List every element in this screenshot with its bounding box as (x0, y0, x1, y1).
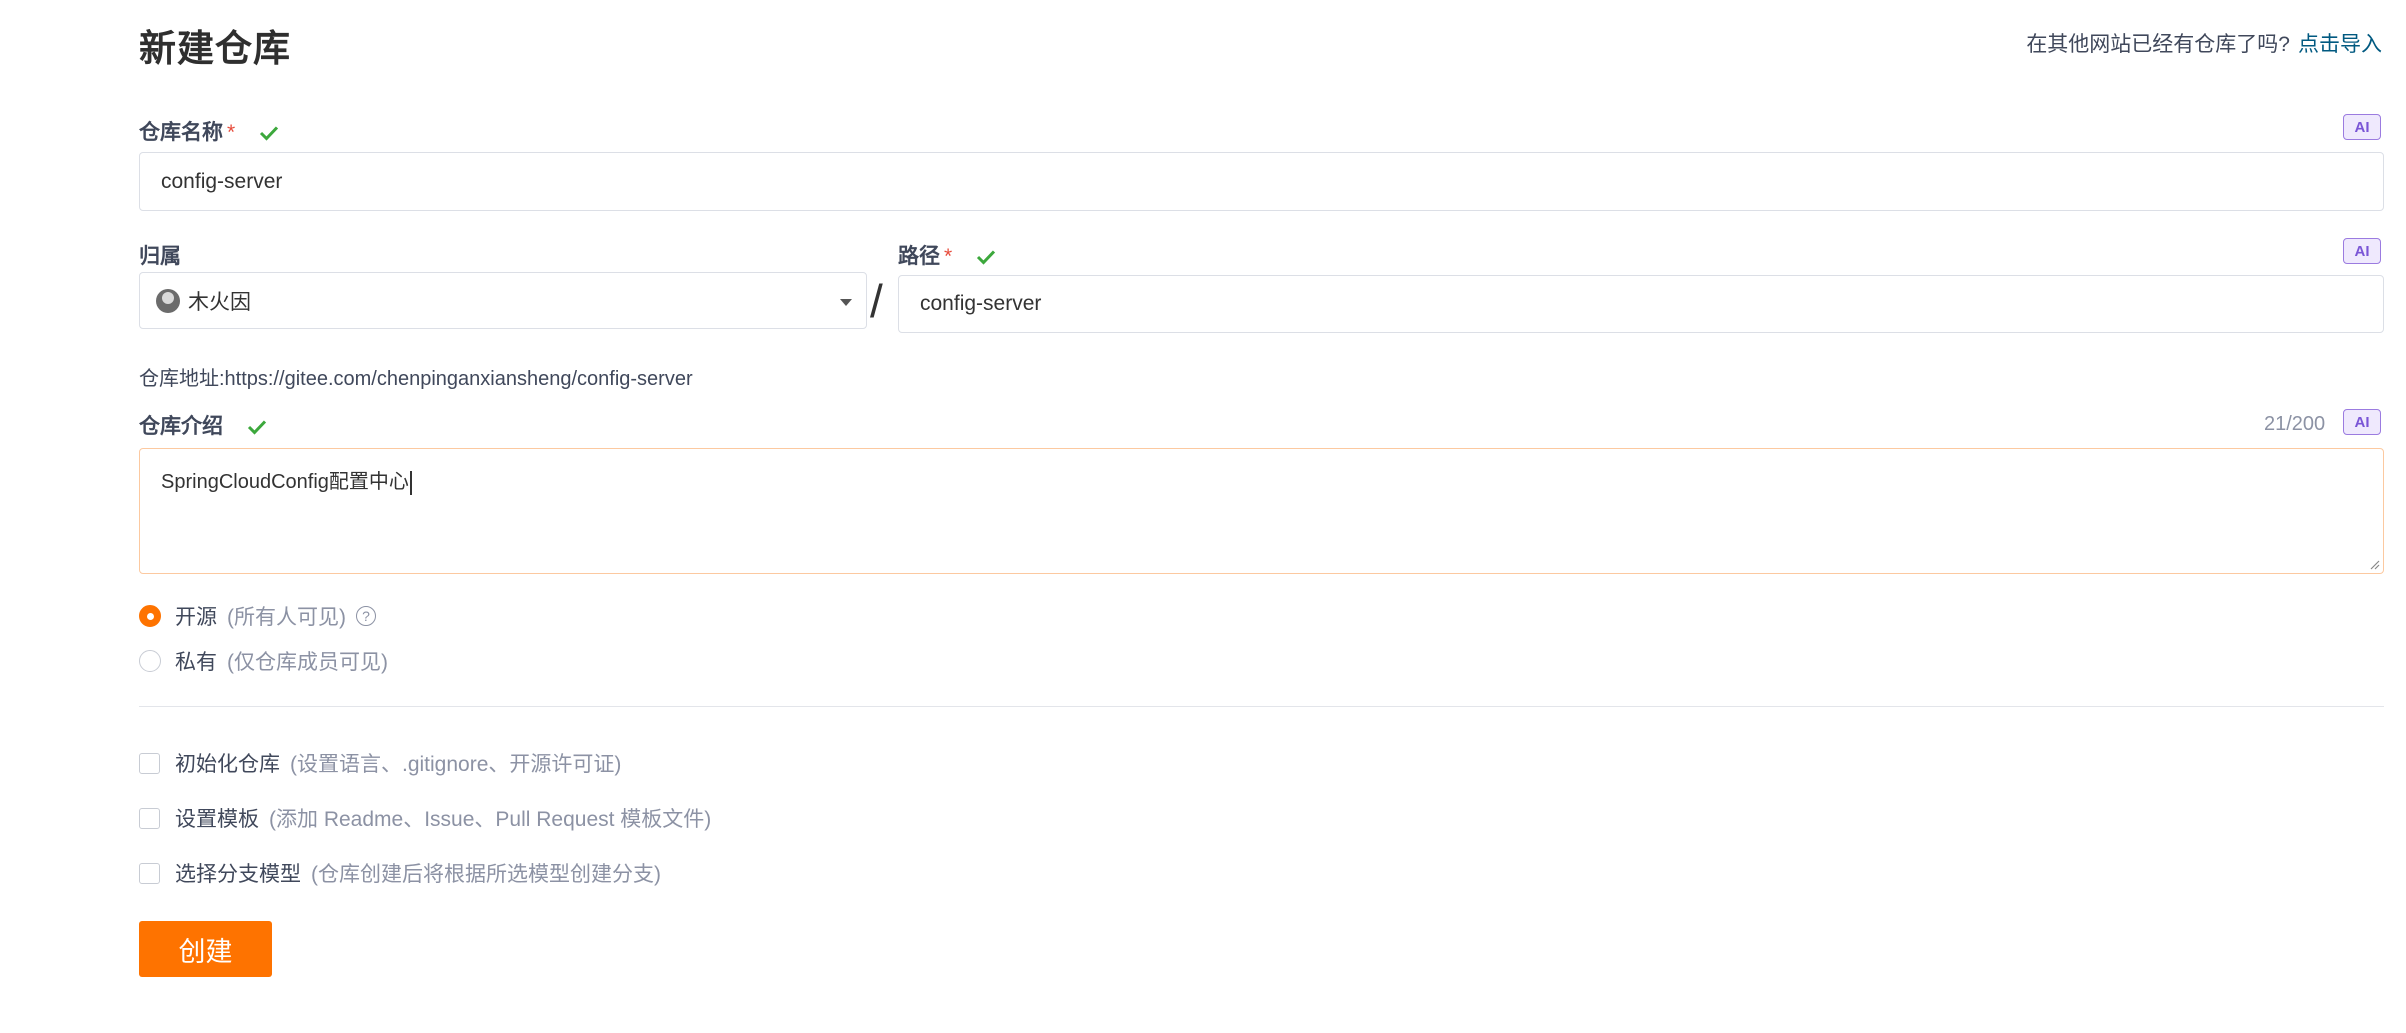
visibility-private-option[interactable]: 私有 (仅仓库成员可见) (139, 646, 388, 676)
option-hint: (添加 Readme、Issue、Pull Request 模板文件) (269, 808, 712, 831)
page-title: 新建仓库 (139, 28, 291, 69)
option-set-template[interactable]: 设置模板 (添加 Readme、Issue、Pull Request 模板文件) (139, 803, 711, 833)
repo-address: 仓库地址:https://gitee.com/chenpinganxianshe… (139, 368, 693, 390)
owner-value: 木火因 (188, 290, 251, 314)
description-counter: 21/200 (2264, 413, 2326, 435)
description-label: 仓库介绍 (139, 410, 267, 440)
text-cursor (409, 470, 412, 495)
import-link[interactable]: 点击导入 (2298, 33, 2382, 56)
description-ai-button[interactable]: AI (2343, 409, 2381, 435)
path-ai-button[interactable]: AI (2343, 238, 2381, 264)
check-icon (247, 420, 266, 436)
public-hint: (所有人可见) (227, 606, 346, 629)
radio-private[interactable] (139, 650, 161, 672)
path-separator: / (870, 275, 883, 327)
check-icon (976, 250, 996, 266)
option-label: 设置模板 (175, 808, 259, 831)
chevron-down-icon (840, 299, 852, 306)
path-input[interactable]: config-server (898, 275, 2384, 333)
checkbox-set-template[interactable] (139, 807, 160, 829)
description-textarea[interactable]: SpringCloudConfig配置中心 (139, 448, 2384, 574)
required-mark: * (944, 245, 953, 268)
help-icon[interactable]: ? (356, 606, 376, 626)
option-label: 选择分支模型 (175, 863, 301, 886)
avatar (156, 288, 180, 313)
option-init-repo[interactable]: 初始化仓库 (设置语言、.gitignore、开源许可证) (139, 748, 621, 778)
option-hint: (仓库创建后将根据所选模型创建分支) (311, 863, 661, 886)
option-branch-model[interactable]: 选择分支模型 (仓库创建后将根据所选模型创建分支) (139, 858, 661, 888)
public-label: 开源 (175, 606, 217, 629)
visibility-public-option[interactable]: 开源 (所有人可见) ? (139, 601, 376, 631)
create-button[interactable]: 创建 (139, 921, 272, 977)
required-mark: * (227, 121, 236, 144)
repo-name-input[interactable]: config-server (139, 152, 2384, 211)
repo-name-ai-button[interactable]: AI (2343, 114, 2381, 140)
description-value: SpringCloudConfig配置中心 (161, 471, 409, 493)
import-hint: 在其他网站已经有仓库了吗? 点击导入 (2026, 28, 2382, 58)
radio-public[interactable] (139, 605, 161, 627)
option-label: 初始化仓库 (175, 753, 280, 776)
owner-select[interactable]: 木火因 (139, 272, 867, 329)
private-hint: (仅仓库成员可见) (227, 651, 388, 674)
path-label: 路径 * (898, 240, 996, 270)
check-icon (259, 126, 279, 142)
checkbox-init-repo[interactable] (139, 752, 160, 774)
private-label: 私有 (175, 651, 217, 674)
repo-name-label: 仓库名称 * (139, 116, 279, 146)
divider (139, 706, 2384, 707)
import-prompt: 在其他网站已经有仓库了吗? (2026, 33, 2290, 56)
checkbox-branch-model[interactable] (139, 862, 160, 884)
resize-handle-icon[interactable] (2370, 560, 2380, 570)
option-hint: (设置语言、.gitignore、开源许可证) (290, 753, 622, 776)
owner-label: 归属 (139, 245, 181, 268)
